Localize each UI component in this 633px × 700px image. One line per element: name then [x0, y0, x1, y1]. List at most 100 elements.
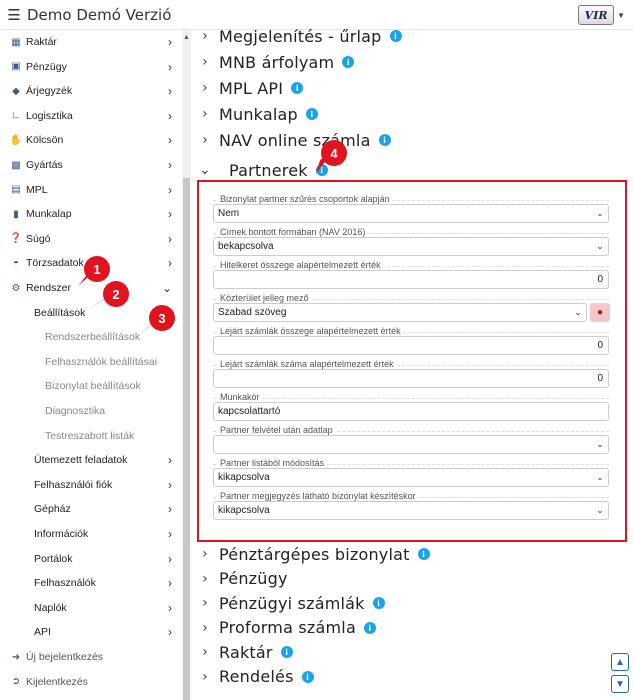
- section-header[interactable]: › NAV online számla i: [191, 128, 391, 152]
- badge-4: 4: [321, 140, 347, 166]
- field-value: kapcsolattartó: [218, 406, 281, 417]
- setting-field-5[interactable]: 0: [213, 369, 609, 388]
- chevron-right-icon: ›: [168, 133, 172, 148]
- setting-field-9[interactable]: kikapcsolva ⌄: [213, 501, 609, 520]
- field-label: Partner listából módosítás: [218, 458, 327, 468]
- section-header[interactable]: › Rendelés i: [191, 665, 314, 689]
- hamburger-menu-icon[interactable]: ☰: [3, 0, 25, 30]
- setting-field-8[interactable]: kikapcsolva ⌄: [213, 468, 609, 487]
- sidebar-subitem-5[interactable]: Testreszabott listák: [0, 424, 182, 448]
- section-header[interactable]: › Pénzügyi számlák i: [191, 591, 385, 615]
- info-icon[interactable]: i: [372, 597, 385, 609]
- section-header[interactable]: › Megjelenítés - űrlap i: [191, 24, 402, 48]
- chevron-down-icon: ▼: [615, 678, 625, 690]
- section-header-open[interactable]: ⌄ Partnerek i: [191, 158, 328, 182]
- user-button[interactable]: ●: [590, 303, 610, 322]
- info-icon[interactable]: i: [342, 56, 355, 68]
- sidebar-subitem-label: Diagnosztika: [45, 405, 106, 417]
- setting-field-1[interactable]: bekapcsolva ⌄: [213, 237, 609, 256]
- info-icon[interactable]: i: [301, 670, 314, 683]
- setting-field-0[interactable]: Nem ⌄: [213, 204, 609, 223]
- field-label: Lejárt számlák száma alapértelmezett ért…: [218, 359, 396, 369]
- setting-field-2[interactable]: 0: [213, 270, 609, 289]
- field-label: Munkakör: [218, 392, 262, 402]
- sidebar-subitem-4[interactable]: Diagnosztika: [0, 399, 182, 423]
- chevron-up-icon: ▲: [615, 656, 625, 668]
- info-icon[interactable]: i: [363, 621, 376, 634]
- chevron-right-icon: ›: [168, 502, 172, 517]
- field-value: 0: [597, 373, 603, 384]
- scroll-top-button[interactable]: ▲: [611, 653, 629, 671]
- chevron-right-icon: ›: [168, 625, 172, 640]
- section-title: Munkalap: [219, 104, 298, 124]
- info-icon[interactable]: i: [315, 164, 328, 176]
- sidebar-subitem-9[interactable]: Információk ›: [0, 522, 182, 546]
- scroll-up-icon[interactable]: ▲: [182, 34, 191, 41]
- sidebar-item-label: Raktár: [26, 36, 57, 48]
- setting-field-7[interactable]: ⌄: [213, 435, 609, 454]
- sidebar-item-5[interactable]: ▩ Gyártás ›: [0, 153, 182, 177]
- sidebar-subitem-3[interactable]: Bizonylat beállítások: [0, 374, 182, 398]
- setting-field-6[interactable]: kapcsolattartó: [213, 402, 609, 421]
- sidebar-subitem-8[interactable]: Gépház ›: [0, 497, 182, 521]
- logo-menu[interactable]: VIR ▼: [578, 5, 625, 25]
- sidebar-subitem-label: Felhasználói fiók: [34, 478, 113, 491]
- field-label: Partner megjegyzés látható bizonylat kés…: [218, 491, 418, 501]
- info-icon[interactable]: i: [305, 108, 318, 120]
- info-icon[interactable]: i: [378, 134, 391, 146]
- section-header[interactable]: › Munkalap i: [191, 102, 318, 126]
- sidebar-subitem-7[interactable]: Felhasználói fiók ›: [0, 473, 182, 497]
- sidebar-subitem-label: Gépház: [34, 503, 71, 516]
- info-icon[interactable]: i: [389, 30, 402, 42]
- info-icon[interactable]: i: [291, 82, 304, 94]
- scroll-thumb[interactable]: [183, 178, 190, 700]
- section-header[interactable]: › MNB árfolyam i: [191, 50, 355, 74]
- section-title: MNB árfolyam: [219, 52, 335, 72]
- chevron-down-icon: ⌄: [161, 281, 172, 295]
- sidebar-item-2[interactable]: ◆ Árjegyzék ›: [0, 79, 182, 103]
- section-header[interactable]: › Proforma számla i: [191, 616, 376, 640]
- sidebar-subitem-12[interactable]: Naplók ›: [0, 596, 182, 620]
- chevron-right-icon: ›: [168, 231, 172, 246]
- sidebar-subitem-10[interactable]: Portálok ›: [0, 547, 182, 571]
- login-icon: ➜: [11, 651, 21, 663]
- sidebar-item-7[interactable]: ▮ Munkalap ›: [0, 202, 182, 226]
- sidebar-bottom-1[interactable]: ➲ Kijelentkezés: [0, 670, 182, 694]
- field-label: Lejárt számlák összege alapértelmezett é…: [218, 326, 403, 336]
- section-header[interactable]: › MPL API i: [191, 76, 304, 100]
- sidebar-item-label: Gyártás: [26, 159, 63, 171]
- sidebar-item-3[interactable]: ∟ Logisztika ›: [0, 104, 182, 128]
- sidebar-scrollbar[interactable]: ▲: [182, 30, 191, 700]
- chevron-down-icon: ⌄: [199, 162, 211, 178]
- sidebar-subitem-2[interactable]: Felhasználók beállításai: [0, 350, 182, 374]
- sidebar-subitem-6[interactable]: Ütemezett feladatok ›: [0, 448, 182, 472]
- section-header[interactable]: › Raktár i: [191, 640, 293, 664]
- logout-icon: ➲: [11, 676, 21, 688]
- section-title: Pénzügy: [219, 569, 288, 588]
- chevron-down-icon: ⌄: [596, 208, 604, 218]
- sidebar-item-1[interactable]: ▣ Pénzügy ›: [0, 55, 182, 79]
- chevron-down-icon: ⌄: [596, 472, 604, 482]
- sidebar-item-8[interactable]: ❓ Súgó ›: [0, 227, 182, 251]
- sidebar-subitem-11[interactable]: Felhasználók ›: [0, 571, 182, 595]
- sidebar-item-label: Logisztika: [26, 109, 73, 122]
- sidebar-bottom-label: Kijelentkezés: [26, 675, 88, 688]
- sidebar-subitem-13[interactable]: API ›: [0, 620, 182, 644]
- scroll-bottom-button[interactable]: ▼: [611, 675, 629, 693]
- section-header[interactable]: › Pénzügy: [191, 567, 288, 591]
- field-value: kikapcsolva: [218, 472, 270, 483]
- section-title: Proforma számla: [219, 618, 356, 637]
- caret-down-icon: ▼: [617, 10, 625, 20]
- info-icon[interactable]: i: [417, 548, 430, 560]
- setting-field-3[interactable]: Szabad szöveg ⌄: [213, 303, 587, 322]
- sidebar-item-6[interactable]: ▤ MPL ›: [0, 178, 182, 202]
- app-title: Demo Demó Verzió: [27, 5, 172, 24]
- setting-field-4[interactable]: 0: [213, 336, 609, 355]
- sidebar-item-0[interactable]: ▦ Raktár ›: [0, 30, 182, 54]
- info-icon[interactable]: i: [280, 646, 293, 658]
- chevron-right-icon: ›: [202, 644, 208, 660]
- section-header[interactable]: › Pénztárgépes bizonylat i: [191, 542, 430, 566]
- tag-icon: ◆: [12, 85, 20, 97]
- sidebar-item-4[interactable]: ✋ Kölcsön ›: [0, 128, 182, 152]
- sidebar-bottom-0[interactable]: ➜ Új bejelentkezés: [0, 645, 182, 669]
